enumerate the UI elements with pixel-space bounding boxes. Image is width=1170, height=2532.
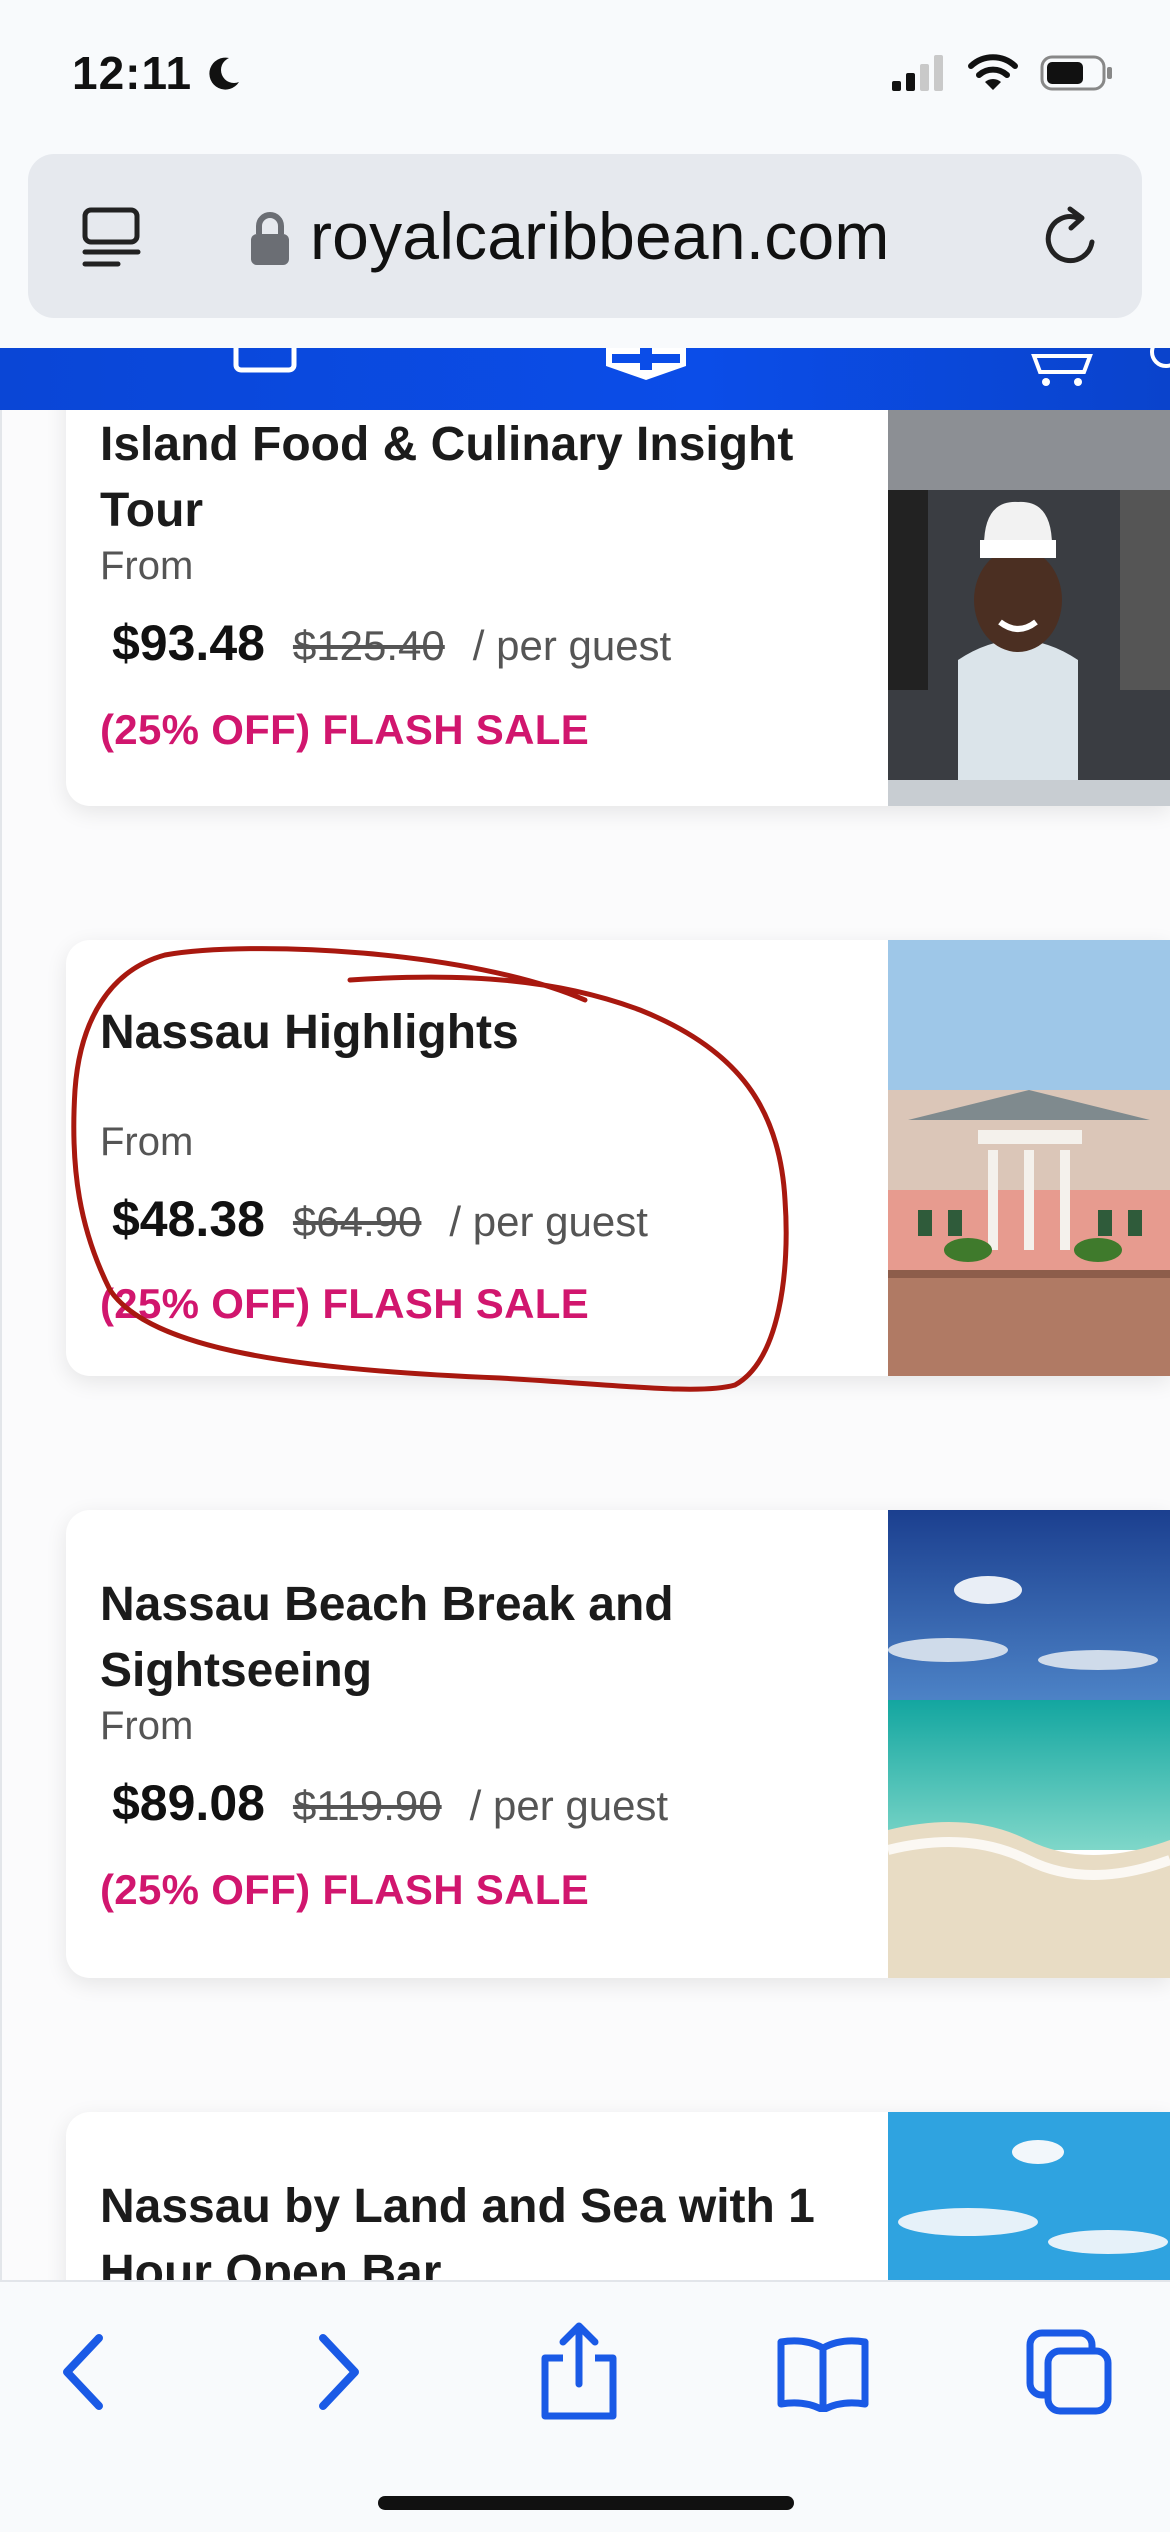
back-icon[interactable] <box>55 2332 115 2412</box>
moon-icon <box>209 57 239 90</box>
forward-button[interactable] <box>282 2322 392 2422</box>
annotation-circle <box>71 946 789 1392</box>
browser-url-area: royalcaribbean.com <box>0 150 1170 348</box>
share-button[interactable] <box>524 2322 634 2422</box>
signal-icon <box>892 55 943 91</box>
share-icon[interactable] <box>537 2322 621 2422</box>
browser-toolbar <box>0 2280 1170 2532</box>
battery-icon <box>1040 55 1112 91</box>
home-indicator <box>378 2496 794 2510</box>
status-time: 12:11 <box>72 47 193 99</box>
back-button[interactable] <box>30 2322 140 2422</box>
site-nav-bar <box>0 348 1170 410</box>
reload-icon[interactable] <box>1040 204 1104 270</box>
address-bar[interactable]: royalcaribbean.com <box>28 154 1142 318</box>
bookmarks-button[interactable] <box>768 2322 878 2422</box>
forward-icon[interactable] <box>307 2332 367 2412</box>
site-nav-icons <box>233 348 1170 386</box>
lock-icon <box>251 212 289 265</box>
bookmarks-icon[interactable] <box>775 2332 871 2412</box>
status-icons <box>892 54 1114 92</box>
reader-icon[interactable] <box>82 206 144 272</box>
status-bar: 12:11 <box>0 0 1170 150</box>
tour-list: Island Food & Culinary Insight Tour From… <box>0 410 1170 2280</box>
wifi-icon <box>968 54 1018 90</box>
tabs-icon[interactable] <box>1024 2327 1114 2417</box>
tabs-button[interactable] <box>1014 2322 1124 2422</box>
url-text[interactable]: royalcaribbean.com <box>310 198 890 274</box>
